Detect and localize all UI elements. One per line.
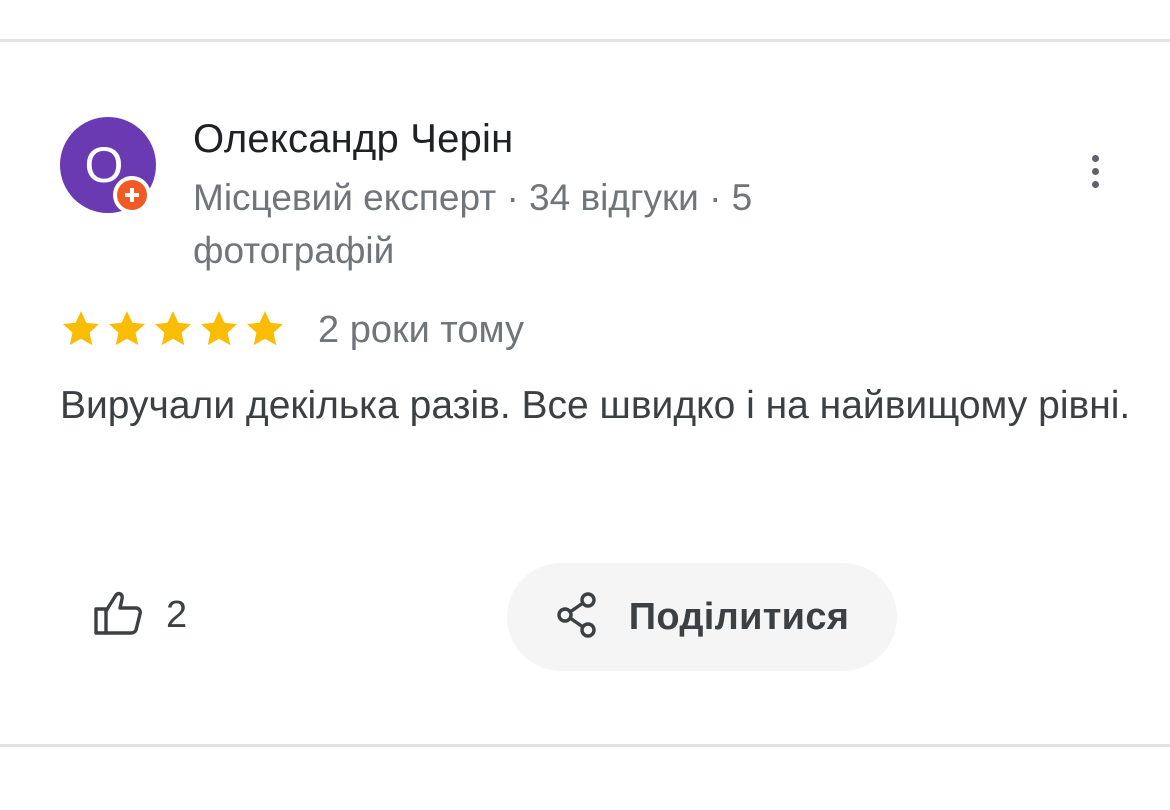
star-icon bbox=[108, 311, 146, 346]
star-icon bbox=[246, 311, 284, 346]
star-icon bbox=[200, 311, 238, 346]
bottom-divider bbox=[0, 744, 1170, 747]
review-text: Виручали декілька разів. Все швидко і на… bbox=[60, 384, 1131, 427]
review-card: О Олександр Черін Місцевий експерт · 34 … bbox=[0, 0, 1170, 810]
author-meta: Місцевий експерт · 34 відгуки · 5 фотогр… bbox=[193, 177, 753, 271]
author-name[interactable]: Олександр Черін bbox=[193, 117, 513, 162]
star-icon bbox=[62, 311, 100, 346]
more-options-button[interactable] bbox=[1072, 148, 1118, 194]
local-guide-badge-icon bbox=[113, 176, 151, 214]
star-icon bbox=[154, 311, 192, 346]
like-count: 2 bbox=[166, 593, 188, 636]
like-button[interactable]: 2 bbox=[92, 585, 187, 645]
rating-stars bbox=[60, 308, 286, 350]
thumb-up-icon bbox=[92, 589, 144, 642]
share-button[interactable]: Поділитися bbox=[507, 563, 897, 671]
more-vert-icon bbox=[1091, 154, 1099, 162]
top-divider bbox=[0, 39, 1170, 42]
share-icon bbox=[555, 591, 599, 644]
review-date: 2 роки тому bbox=[318, 309, 525, 351]
share-label: Поділитися bbox=[628, 595, 850, 638]
